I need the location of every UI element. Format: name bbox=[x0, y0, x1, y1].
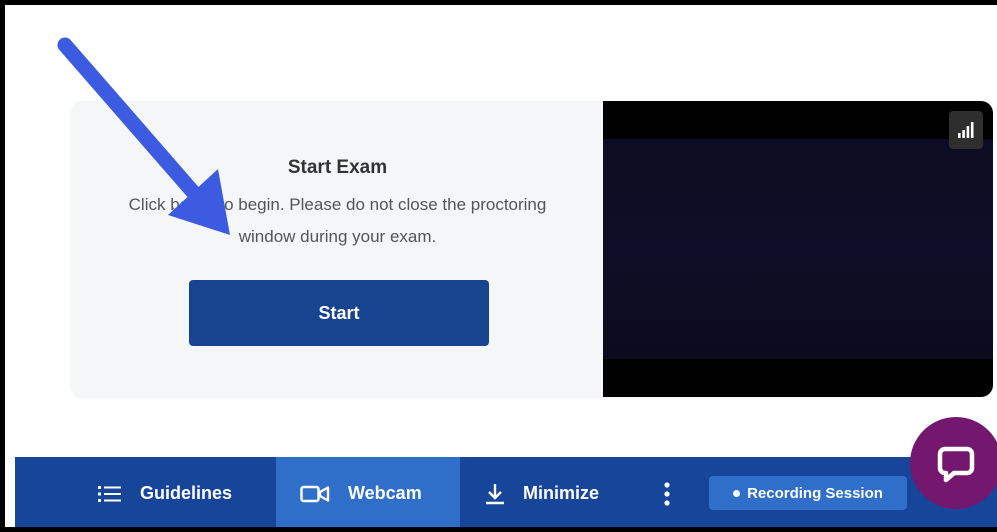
recording-dot-icon bbox=[733, 489, 741, 497]
minimize-label: Minimize bbox=[523, 483, 600, 503]
webcam-label: Webcam bbox=[348, 483, 422, 503]
minimize-button[interactable]: Minimize bbox=[485, 457, 645, 527]
exam-card: Start Exam Click below to begin. Please … bbox=[71, 101, 993, 397]
exam-title: Start Exam bbox=[287, 157, 388, 178]
webcam-preview bbox=[603, 101, 993, 397]
download-arrow-icon bbox=[485, 483, 505, 505]
video-camera-icon bbox=[300, 484, 330, 504]
recording-status-badge: Recording Session bbox=[709, 476, 907, 510]
chat-button[interactable] bbox=[910, 417, 997, 509]
signal-bars-icon bbox=[958, 122, 974, 138]
guidelines-label: Guidelines bbox=[140, 483, 233, 503]
guidelines-button[interactable]: Guidelines bbox=[98, 457, 278, 527]
start-button[interactable]: Start bbox=[189, 280, 489, 346]
vertical-ellipsis-icon bbox=[663, 481, 671, 506]
exam-info: Start Exam Click below to begin. Please … bbox=[71, 101, 604, 397]
webcam-feed bbox=[603, 139, 993, 359]
signal-strength-badge bbox=[949, 111, 983, 149]
list-icon bbox=[98, 484, 122, 504]
proctor-toolbar: Guidelines Webcam Minimize Recording Ses… bbox=[15, 457, 997, 527]
proctor-window: Start Exam Click below to begin. Please … bbox=[0, 0, 997, 532]
recording-label: Recording Session bbox=[747, 484, 883, 502]
more-options-button[interactable] bbox=[663, 457, 683, 527]
webcam-button[interactable]: Webcam bbox=[276, 457, 460, 527]
exam-description: Click below to begin. Please do not clos… bbox=[128, 195, 547, 246]
chat-bubble-icon bbox=[937, 446, 975, 483]
